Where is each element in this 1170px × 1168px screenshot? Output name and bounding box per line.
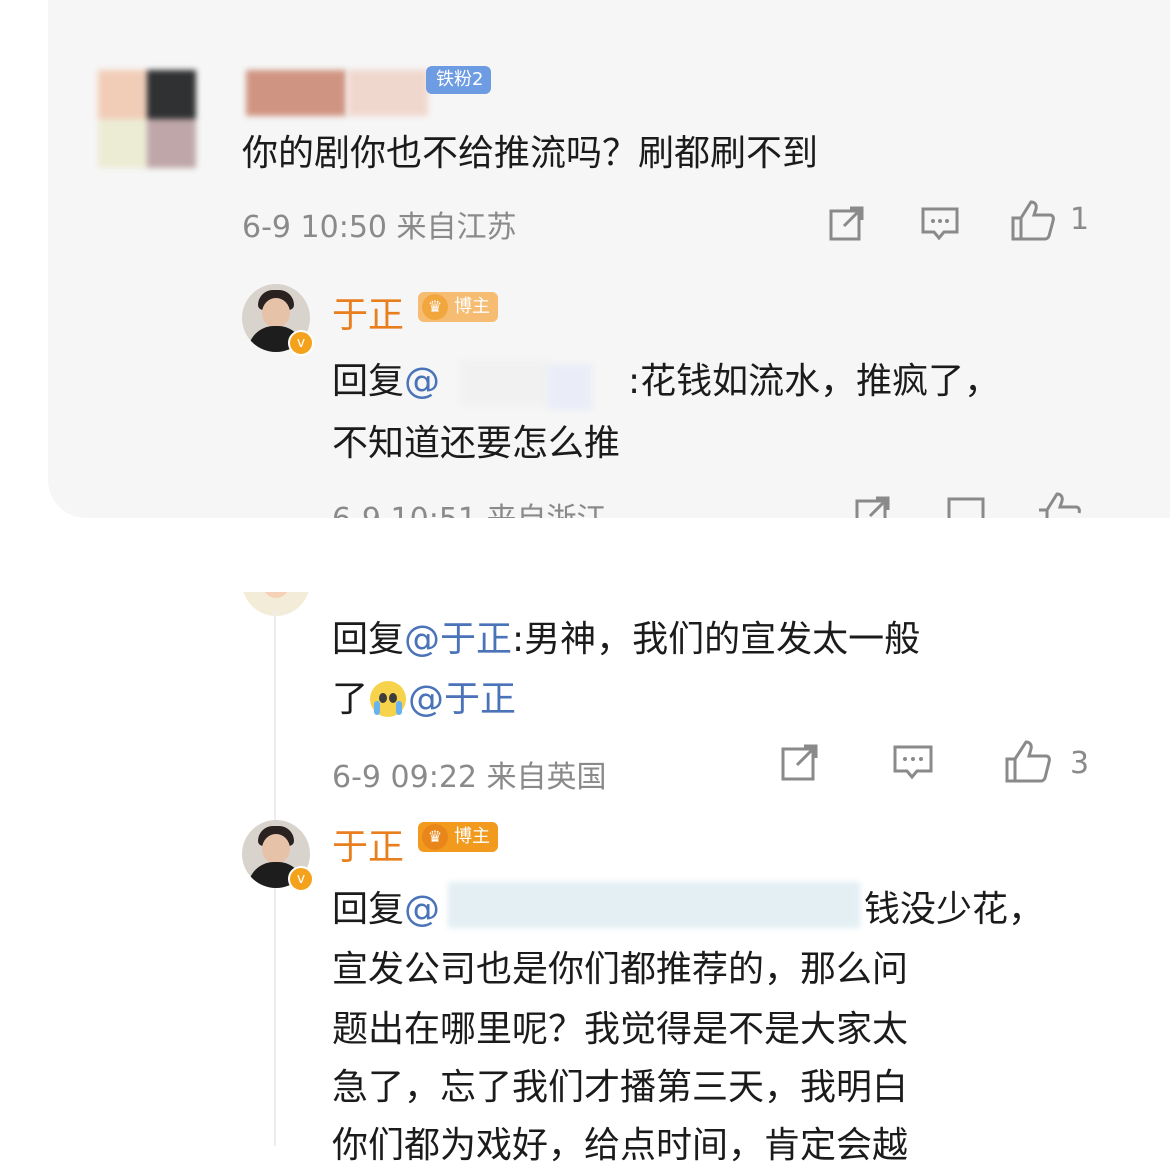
comment-card-1: 铁粉2 你的剧你也不给推流吗？刷都刷不到 6-9 10:50 来自江苏 1 v … <box>48 0 1170 518</box>
crown-icon: ♛ <box>422 294 448 320</box>
reply-text-line2: 不知道还要怎么推 <box>332 423 621 464</box>
reply-text-line1-rest: 钱没少花， <box>864 889 1045 930</box>
reply-text-line2: 宣发公司也是你们都推荐的，那么问 <box>332 949 909 990</box>
crown-icon: ♛ <box>422 824 448 850</box>
commenter-avatar[interactable] <box>242 592 310 616</box>
blurred-username <box>246 70 346 116</box>
reply-text-line1: 回复@ <box>332 361 441 402</box>
author-name[interactable]: 于正 <box>332 286 404 338</box>
thumbs-up-icon[interactable] <box>1010 198 1056 242</box>
thumbs-up-icon[interactable] <box>1004 738 1052 784</box>
host-badge: ♛ 博主 <box>418 822 498 852</box>
comment-icon[interactable] <box>892 744 934 782</box>
reply-meta: 6-9 10:51 来自浙江 <box>332 494 607 518</box>
host-badge: ♛ 博主 <box>418 292 498 322</box>
comment-meta: 6-9 10:50 来自江苏 <box>242 210 517 245</box>
like-count: 3 <box>1070 746 1090 781</box>
comment-text: 你的剧你也不给推流吗？刷都刷不到 <box>242 133 819 174</box>
redacted-mention <box>548 364 592 410</box>
comment-meta: 6-9 09:22 来自英国 <box>332 760 607 795</box>
comment-text-line2: 了 @于正 <box>332 679 517 720</box>
thumbs-up-icon[interactable] <box>1036 490 1082 518</box>
author-name[interactable]: 于正 <box>332 818 404 870</box>
screenshot-gap <box>0 518 1170 592</box>
verified-badge-icon: v <box>288 330 314 356</box>
comment-text-line1: 回复@于正:男神，我们的宣发太一般 <box>332 619 921 660</box>
redacted-mention <box>448 882 860 928</box>
like-count: 1 <box>1070 202 1090 237</box>
verified-badge-icon: v <box>288 866 314 892</box>
share-icon[interactable] <box>780 742 820 782</box>
blurred-username <box>348 70 428 116</box>
redacted-mention <box>460 360 550 406</box>
reply-text-line5: 你们都为戏好，给点时间，肯定会越 <box>332 1125 909 1166</box>
reply-text-line4: 急了，忘了我们才播第三天，我明白 <box>332 1067 909 1108</box>
share-icon[interactable] <box>828 204 866 242</box>
reply-text-line1-rest: :花钱如流水，推疯了， <box>628 361 1001 402</box>
blurred-avatar <box>98 70 196 168</box>
comment-icon[interactable] <box>946 496 986 518</box>
fan-level-badge: 铁粉2 <box>426 66 492 94</box>
reply-text-line1: 回复@ <box>332 889 441 930</box>
crying-emoji-icon <box>370 681 407 717</box>
share-icon[interactable] <box>854 494 892 518</box>
comment-icon[interactable] <box>920 206 960 242</box>
reply-text-line3: 题出在哪里呢？我觉得是不是大家太 <box>332 1009 909 1050</box>
